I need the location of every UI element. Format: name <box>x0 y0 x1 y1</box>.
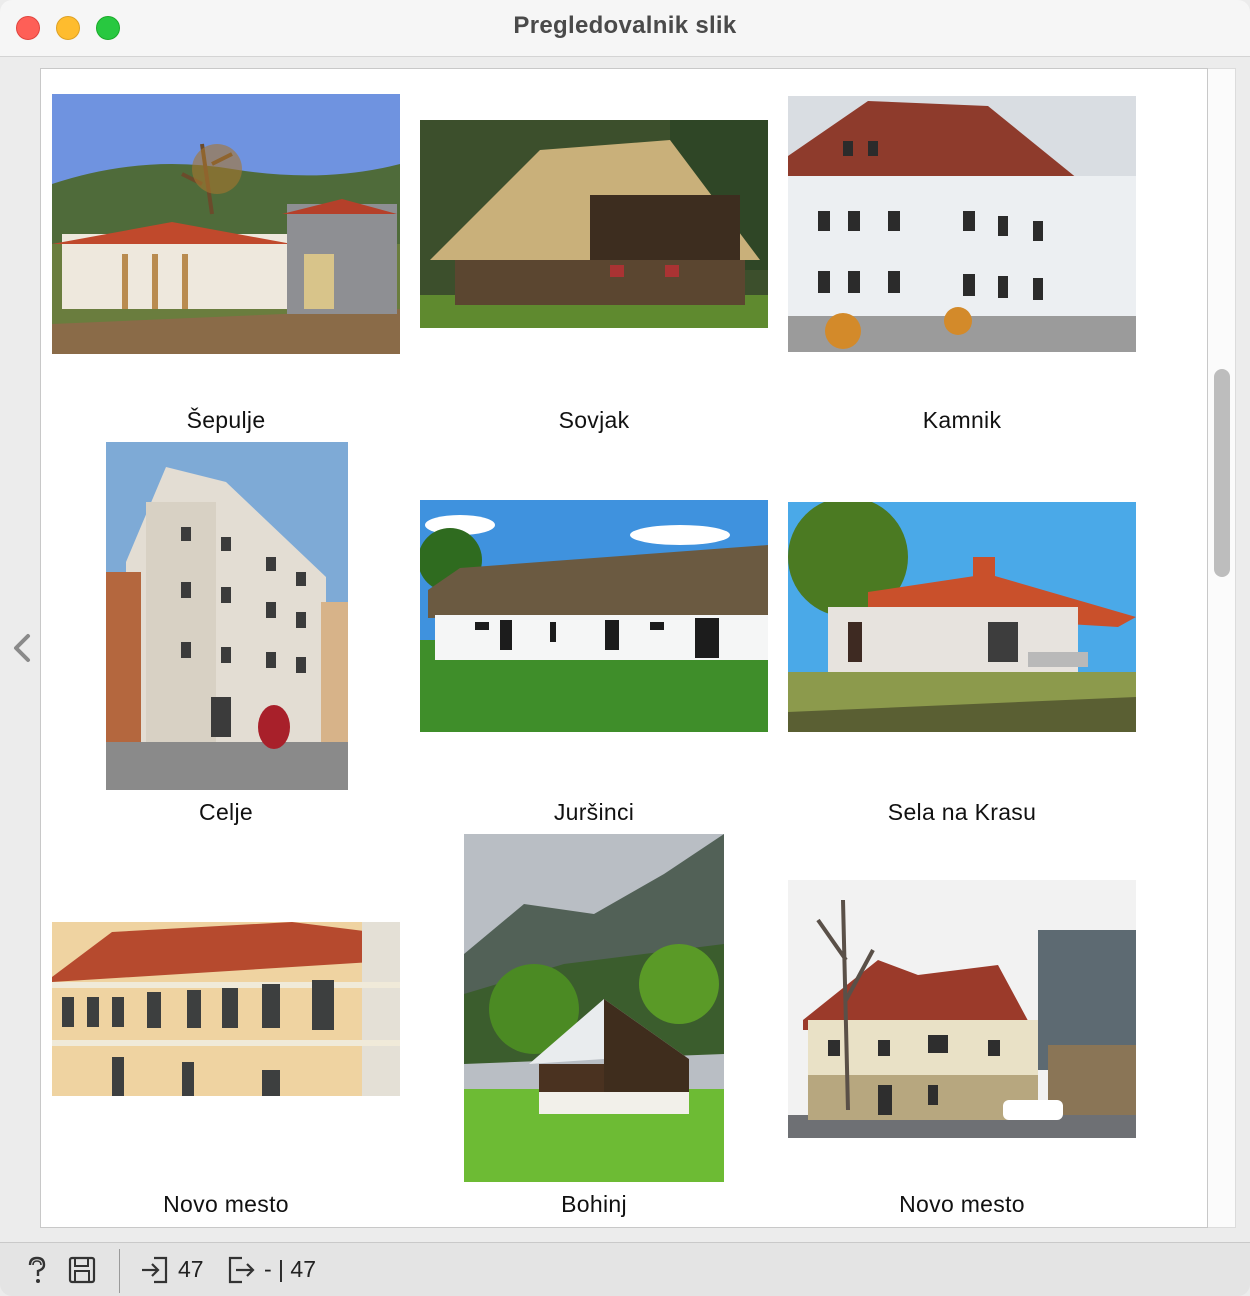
input-icon <box>140 1255 170 1285</box>
thumbnail-image[interactable] <box>420 500 768 732</box>
image-caption: Sela na Krasu <box>887 799 1037 825</box>
output-icon <box>226 1255 256 1285</box>
output-count: - | 47 <box>264 1256 316 1282</box>
thumbnail-image[interactable] <box>52 922 400 1096</box>
save-icon[interactable] <box>67 1255 97 1285</box>
image-caption: Juršinci <box>553 799 635 825</box>
image-caption: Sovjak <box>558 407 630 433</box>
title-bar: Pregledovalnik slik <box>0 0 1250 57</box>
thumbnail-image[interactable] <box>52 94 400 354</box>
image-caption: Novo mesto <box>163 1191 289 1217</box>
chevron-left-icon[interactable] <box>10 630 34 666</box>
thumbnail-image[interactable] <box>420 120 768 328</box>
thumbnail-image[interactable] <box>788 880 1136 1138</box>
image-caption: Novo mesto <box>899 1191 1025 1217</box>
thumbnail-image[interactable] <box>788 502 1136 732</box>
status-bar: 47 - | 47 <box>0 1242 1250 1296</box>
image-grid: Šepulje Sovjak Kamnik Celje Juršinci Sel… <box>40 68 1208 1228</box>
status-separator <box>119 1249 120 1293</box>
image-viewer-window: Pregledovalnik slik Šepulje Sovjak Kamni… <box>0 0 1250 1296</box>
image-caption: Šepulje <box>186 407 266 433</box>
window-title: Pregledovalnik slik <box>513 12 737 39</box>
image-caption: Kamnik <box>922 407 1002 433</box>
help-icon[interactable] <box>22 1255 52 1285</box>
vertical-scrollbar[interactable] <box>1208 68 1236 1228</box>
image-caption: Bohinj <box>561 1191 627 1217</box>
input-count: 47 <box>178 1256 204 1282</box>
thumbnail-image[interactable] <box>788 96 1136 352</box>
image-caption: Celje <box>199 799 253 825</box>
thumbnail-image[interactable] <box>464 834 724 1182</box>
scrollbar-thumb[interactable] <box>1214 369 1230 577</box>
thumbnail-image[interactable] <box>106 442 348 790</box>
